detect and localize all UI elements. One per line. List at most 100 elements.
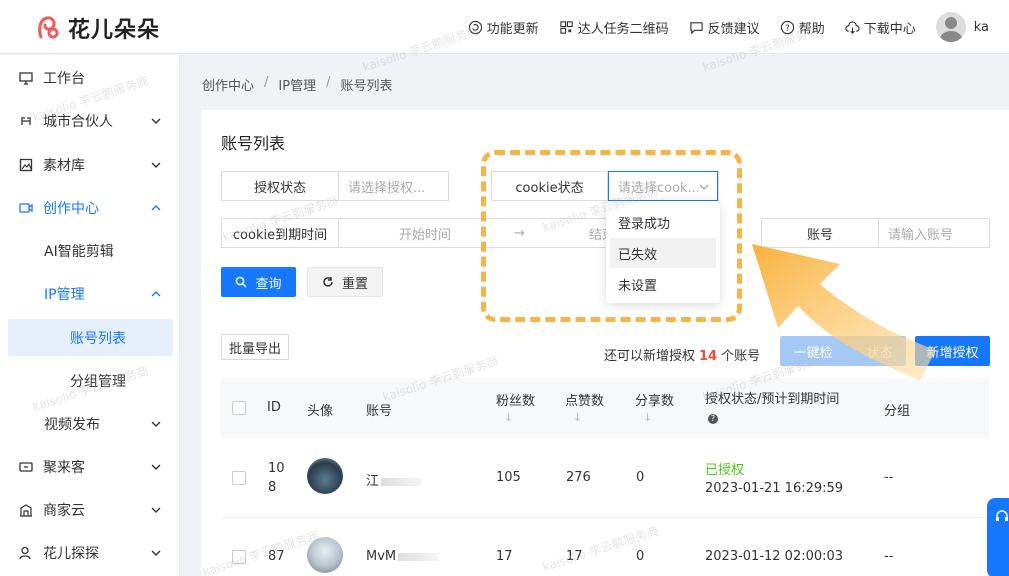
info-icon[interactable]: ? bbox=[708, 413, 718, 424]
flower-logo-icon bbox=[36, 15, 62, 41]
qrcode-icon bbox=[559, 20, 573, 34]
sidebar-item-label: 城市合伙人 bbox=[43, 114, 113, 130]
svg-text:?: ? bbox=[785, 22, 789, 32]
batch-export-button[interactable]: 批量导出 bbox=[221, 334, 289, 360]
query-label: 查询 bbox=[255, 276, 282, 292]
sidebar-item-julaike[interactable]: 聚来客 bbox=[0, 447, 180, 487]
sidebar-item-creation-center[interactable]: 创作中心 bbox=[0, 188, 180, 228]
col-id: ID bbox=[267, 400, 281, 415]
breadcrumb-creation-center[interactable]: 创作中心 bbox=[202, 75, 254, 94]
sidebar-item-label: AI智能剪辑 bbox=[44, 244, 114, 260]
breadcrumb-separator: / bbox=[264, 75, 269, 90]
chevron-up-icon bbox=[151, 291, 161, 297]
cookie-expire-label: cookie到期时间 bbox=[222, 219, 339, 247]
chevron-down-icon bbox=[151, 162, 161, 168]
sidebar-item-label: 视频发布 bbox=[44, 417, 100, 433]
cookie-status-dropdown: 登录成功 已失效 未设置 bbox=[606, 201, 720, 303]
start-time-input[interactable]: 开始时间 bbox=[399, 224, 451, 243]
cloud-download-icon bbox=[845, 20, 860, 34]
chevron-down-icon bbox=[151, 118, 161, 124]
talent-qrcode-label: 达人任务二维码 bbox=[577, 21, 669, 37]
sidebar-item-workbench[interactable]: 工作台 bbox=[0, 58, 180, 98]
logo[interactable]: 花儿朵朵 bbox=[36, 12, 160, 44]
avatar bbox=[307, 537, 343, 573]
talent-qrcode-link[interactable]: 达人任务二维码 bbox=[559, 18, 669, 37]
sidebar-item-city-partner[interactable]: 城市合伙人 bbox=[0, 101, 180, 141]
arrow-annotation-icon bbox=[752, 244, 936, 380]
sidebar-item-account-list[interactable]: 账号列表 bbox=[8, 319, 173, 356]
sidebar-item-merchant-cloud[interactable]: 商家云 bbox=[0, 490, 180, 530]
help-label: 帮助 bbox=[798, 21, 825, 37]
select-all-checkbox[interactable] bbox=[232, 401, 246, 415]
col-fans[interactable]: 粉丝数 ↓ bbox=[496, 390, 535, 424]
row-id: 87 bbox=[268, 549, 285, 564]
help-link[interactable]: ? 帮助 bbox=[780, 18, 825, 37]
download-center-label: 下载中心 bbox=[863, 21, 916, 37]
col-auth-label: 授权状态/预计到期时间 bbox=[705, 392, 840, 407]
sidebar: 工作台 城市合伙人 素材库 创作中心 AI智能剪辑 IP管理 账号列表 分组管理… bbox=[0, 55, 180, 576]
quota-count: 14 bbox=[699, 349, 718, 364]
feature-update-link[interactable]: 功能更新 bbox=[468, 18, 539, 37]
image-icon bbox=[18, 157, 34, 173]
option-not-set[interactable]: 未设置 bbox=[610, 269, 716, 299]
row-likes: 276 bbox=[566, 470, 591, 485]
search-icon bbox=[236, 276, 248, 288]
logo-text: 花儿朵朵 bbox=[68, 18, 161, 43]
sidebar-item-label: 商家云 bbox=[43, 503, 85, 519]
question-circle-icon: ? bbox=[780, 20, 794, 34]
chevron-down-icon bbox=[151, 507, 161, 513]
sidebar-item-ip-manage[interactable]: IP管理 bbox=[0, 274, 180, 314]
sidebar-item-material[interactable]: 素材库 bbox=[0, 145, 180, 185]
download-center-link[interactable]: 下载中心 bbox=[845, 18, 916, 37]
building-icon bbox=[18, 502, 34, 518]
col-likes[interactable]: 点赞数 ↓ bbox=[565, 390, 604, 424]
headset-icon bbox=[996, 510, 1008, 521]
page-title: 账号列表 bbox=[221, 134, 286, 153]
top-nav: 功能更新 达人任务二维码 反馈建议 ? 帮助 下载中心 ka bbox=[468, 0, 1009, 54]
col-likes-label: 点赞数 bbox=[565, 394, 605, 409]
row-checkbox[interactable] bbox=[232, 550, 246, 564]
sidebar-item-huaer-tantan[interactable]: 花儿探探 bbox=[0, 533, 180, 573]
breadcrumb-current: 账号列表 bbox=[340, 79, 393, 94]
top-bar: 花儿朵朵 功能更新 达人任务二维码 反馈建议 ? 帮助 下载中心 ka bbox=[0, 0, 1009, 54]
message-square-icon bbox=[689, 21, 703, 34]
sort-arrow-icon: ↓ bbox=[643, 411, 653, 424]
breadcrumb-separator: / bbox=[326, 75, 331, 90]
video-icon bbox=[18, 200, 34, 216]
row-shares: 0 bbox=[636, 470, 645, 485]
row-account-text: 江 bbox=[366, 474, 380, 489]
option-login-success[interactable]: 登录成功 bbox=[610, 207, 716, 237]
sort-arrow-icon: ↓ bbox=[573, 411, 583, 424]
sidebar-item-ai-edit[interactable]: AI智能剪辑 bbox=[0, 231, 180, 271]
blurred-name bbox=[398, 552, 439, 561]
user-avatar[interactable] bbox=[935, 12, 966, 42]
avatar bbox=[307, 458, 343, 494]
breadcrumb-ip-manage[interactable]: IP管理 bbox=[278, 75, 316, 94]
auth-status-select[interactable]: 请选择授权... bbox=[339, 172, 448, 200]
row-expire: 2023-01-21 16:29:59 bbox=[705, 481, 844, 496]
row-auth-status: 已授权 bbox=[705, 463, 745, 478]
sidebar-item-label: 创作中心 bbox=[43, 201, 99, 217]
user-name[interactable]: ka bbox=[974, 20, 989, 35]
sidebar-item-label: 分组管理 bbox=[70, 374, 126, 390]
quota-prefix: 还可以新增授权 bbox=[604, 349, 696, 364]
table-row: 108 江 105 276 0 已授权 2023-01-21 16:29:59 … bbox=[221, 438, 989, 518]
col-shares-label: 分享数 bbox=[635, 394, 675, 409]
col-shares[interactable]: 分享数 ↓ bbox=[635, 390, 674, 424]
partner-icon bbox=[18, 113, 34, 129]
feedback-link[interactable]: 反馈建议 bbox=[689, 18, 760, 37]
sidebar-item-label: 花儿探探 bbox=[43, 546, 99, 562]
sidebar-item-video-publish[interactable]: 视频发布 bbox=[0, 404, 180, 444]
query-button[interactable]: 查询 bbox=[221, 267, 296, 297]
customer-service-button[interactable] bbox=[987, 498, 1009, 576]
row-account: MvM bbox=[366, 549, 439, 564]
auth-status-label: 授权状态 bbox=[222, 172, 339, 200]
refresh-circle-icon bbox=[468, 20, 482, 34]
sidebar-item-group-manage[interactable]: 分组管理 bbox=[0, 361, 180, 401]
option-expired[interactable]: 已失效 bbox=[610, 238, 716, 268]
sidebar-item-label: 工作台 bbox=[43, 71, 85, 87]
auth-status-filter: 授权状态 请选择授权... bbox=[221, 171, 449, 201]
row-checkbox[interactable] bbox=[232, 471, 246, 485]
row-shares: 0 bbox=[636, 549, 645, 564]
reset-button[interactable]: 重置 bbox=[307, 267, 383, 297]
